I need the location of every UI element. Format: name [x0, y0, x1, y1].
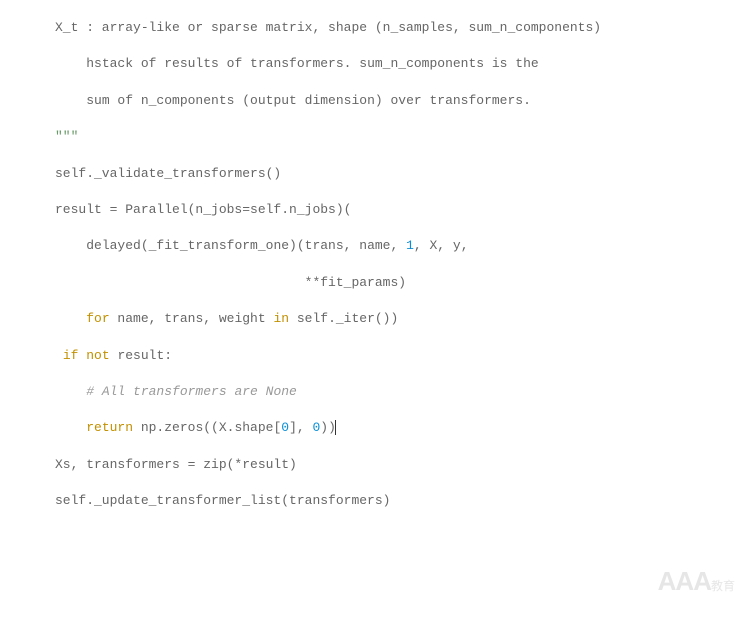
code-line: **fit_params)	[55, 265, 745, 301]
code-line: self._update_transformer_list(transforme…	[55, 483, 745, 519]
code-line: hstack of results of transformers. sum_n…	[55, 46, 745, 82]
code-line: X_t : array-like or sparse matrix, shape…	[55, 10, 745, 46]
code-line: return np.zeros((X.shape[0], 0))	[55, 410, 745, 446]
code-token: hstack of results of transformers. sum_n…	[86, 56, 538, 71]
code-token: X_t : array-like or sparse matrix, shape…	[55, 20, 601, 35]
code-token: name, trans, weight	[110, 311, 274, 326]
code-token: np.zeros((X.shape[	[133, 420, 281, 435]
code-token: 1	[406, 238, 414, 253]
text-cursor	[335, 420, 336, 436]
code-token: self._update_transformer_list(transforme…	[55, 493, 390, 508]
code-token: **fit_params)	[305, 275, 406, 290]
code-line: for name, trans, weight in self._iter())	[55, 301, 745, 337]
code-line: Xs, transformers = zip(*result)	[55, 447, 745, 483]
code-token: result = Parallel(n_jobs=self.n_jobs)(	[55, 202, 351, 217]
code-line: # All transformers are None	[55, 374, 745, 410]
code-block: X_t : array-like or sparse matrix, shape…	[0, 0, 745, 519]
code-line: """	[55, 119, 745, 155]
code-token: self._iter())	[289, 311, 398, 326]
code-line: result = Parallel(n_jobs=self.n_jobs)(	[55, 192, 745, 228]
code-token: , X, y,	[414, 238, 469, 253]
code-token: in	[273, 311, 289, 326]
watermark-sub: 教育	[711, 579, 735, 593]
code-token: if	[63, 348, 79, 363]
watermark-main: AAA	[658, 566, 711, 596]
code-token: ],	[289, 420, 312, 435]
code-token: delayed(_fit_transform_one)(trans, name,	[86, 238, 406, 253]
code-token: 0	[281, 420, 289, 435]
code-token: self._validate_transformers()	[55, 166, 281, 181]
code-token: not	[86, 348, 109, 363]
code-token: sum of n_components (output dimension) o…	[86, 93, 531, 108]
code-token: result:	[110, 348, 172, 363]
code-token: """	[55, 129, 78, 144]
code-token: Xs, transformers = zip(*result)	[55, 457, 297, 472]
code-line: self._validate_transformers()	[55, 156, 745, 192]
watermark: AAA教育	[658, 545, 735, 618]
code-token: # All transformers are None	[86, 384, 297, 399]
code-token: for	[86, 311, 109, 326]
code-line: sum of n_components (output dimension) o…	[55, 83, 745, 119]
code-line: if not result:	[55, 338, 745, 374]
code-line: delayed(_fit_transform_one)(trans, name,…	[55, 228, 745, 264]
code-token: ))	[320, 420, 336, 435]
code-token: return	[86, 420, 133, 435]
